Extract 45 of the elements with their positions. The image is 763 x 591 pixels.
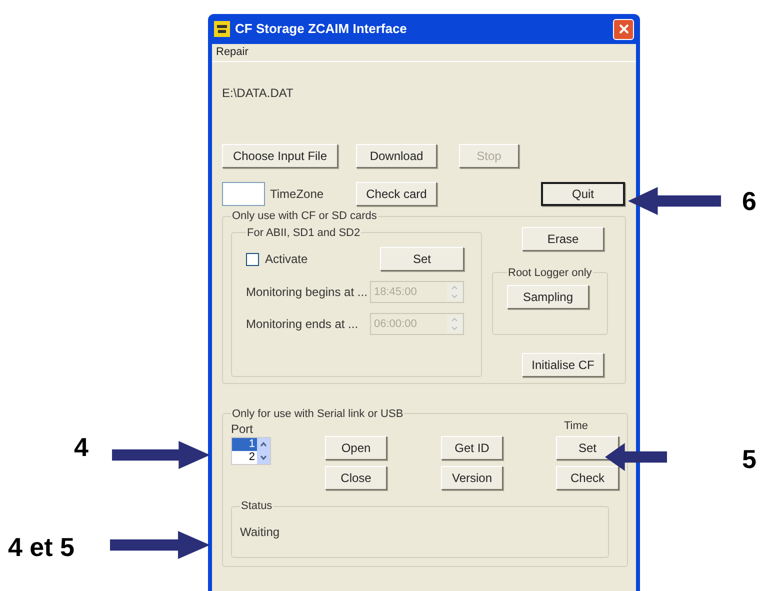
close-button[interactable] xyxy=(613,18,634,40)
group-title: For ABII, SD1 and SD2 xyxy=(246,226,362,240)
push-button[interactable]: Set xyxy=(556,436,619,460)
port-label: Port xyxy=(231,422,254,436)
time-value: 18:45:00 xyxy=(373,284,418,300)
timezone-label: TimeZone xyxy=(269,186,325,203)
file-path: E:\DATA.DAT xyxy=(222,85,294,100)
status-text: Waiting xyxy=(240,524,281,540)
callout-number: 4 et 5 xyxy=(8,531,74,564)
push-button[interactable]: Check card xyxy=(356,182,437,206)
push-button[interactable]: Initialise CF xyxy=(522,352,604,376)
push-button[interactable]: Open xyxy=(325,436,387,460)
callout-number: 4 xyxy=(74,431,88,464)
menu-item[interactable]: Repair xyxy=(216,44,256,61)
push-button[interactable]: Download xyxy=(356,144,437,168)
group-title: Status xyxy=(240,499,274,514)
window-title: CF Storage ZCAIM Interface xyxy=(235,20,408,38)
push-button[interactable]: Close xyxy=(325,466,387,490)
app-icon xyxy=(214,21,230,37)
checkbox[interactable] xyxy=(246,252,259,266)
scroll-down-icon[interactable] xyxy=(257,451,270,464)
scroll-up-icon[interactable] xyxy=(257,438,270,451)
push-button[interactable]: Choose Input File xyxy=(222,144,338,168)
quit-button[interactable]: Quit xyxy=(541,182,625,206)
time-label: Time xyxy=(563,422,590,430)
checkbox-label: Activate xyxy=(265,251,308,268)
callout-number: 6 xyxy=(742,185,756,218)
time-label: Monitoring begins at ... xyxy=(246,284,368,301)
group-title: Root Logger only xyxy=(507,266,593,280)
push-button[interactable]: Set xyxy=(380,247,464,271)
callout-number: 5 xyxy=(742,443,756,476)
push-button[interactable]: Version xyxy=(441,466,503,490)
timezone-field[interactable] xyxy=(222,182,265,206)
push-button[interactable]: Sampling xyxy=(507,285,589,309)
port-option[interactable]: 1 xyxy=(232,438,257,451)
time-label: Monitoring ends at ... xyxy=(246,316,360,333)
close-icon xyxy=(618,24,628,34)
push-button[interactable]: Get ID xyxy=(441,436,503,460)
push-button[interactable]: Check xyxy=(556,466,619,490)
port-option[interactable]: 2 xyxy=(232,451,257,464)
group-title: Only for use with Serial link or USB xyxy=(231,406,404,422)
push-button[interactable]: Erase xyxy=(522,226,604,250)
time-value: 06:00:00 xyxy=(373,316,418,332)
port-list[interactable]: 1 2 xyxy=(231,437,271,465)
group-title: Only use with CF or SD cards xyxy=(231,209,378,224)
